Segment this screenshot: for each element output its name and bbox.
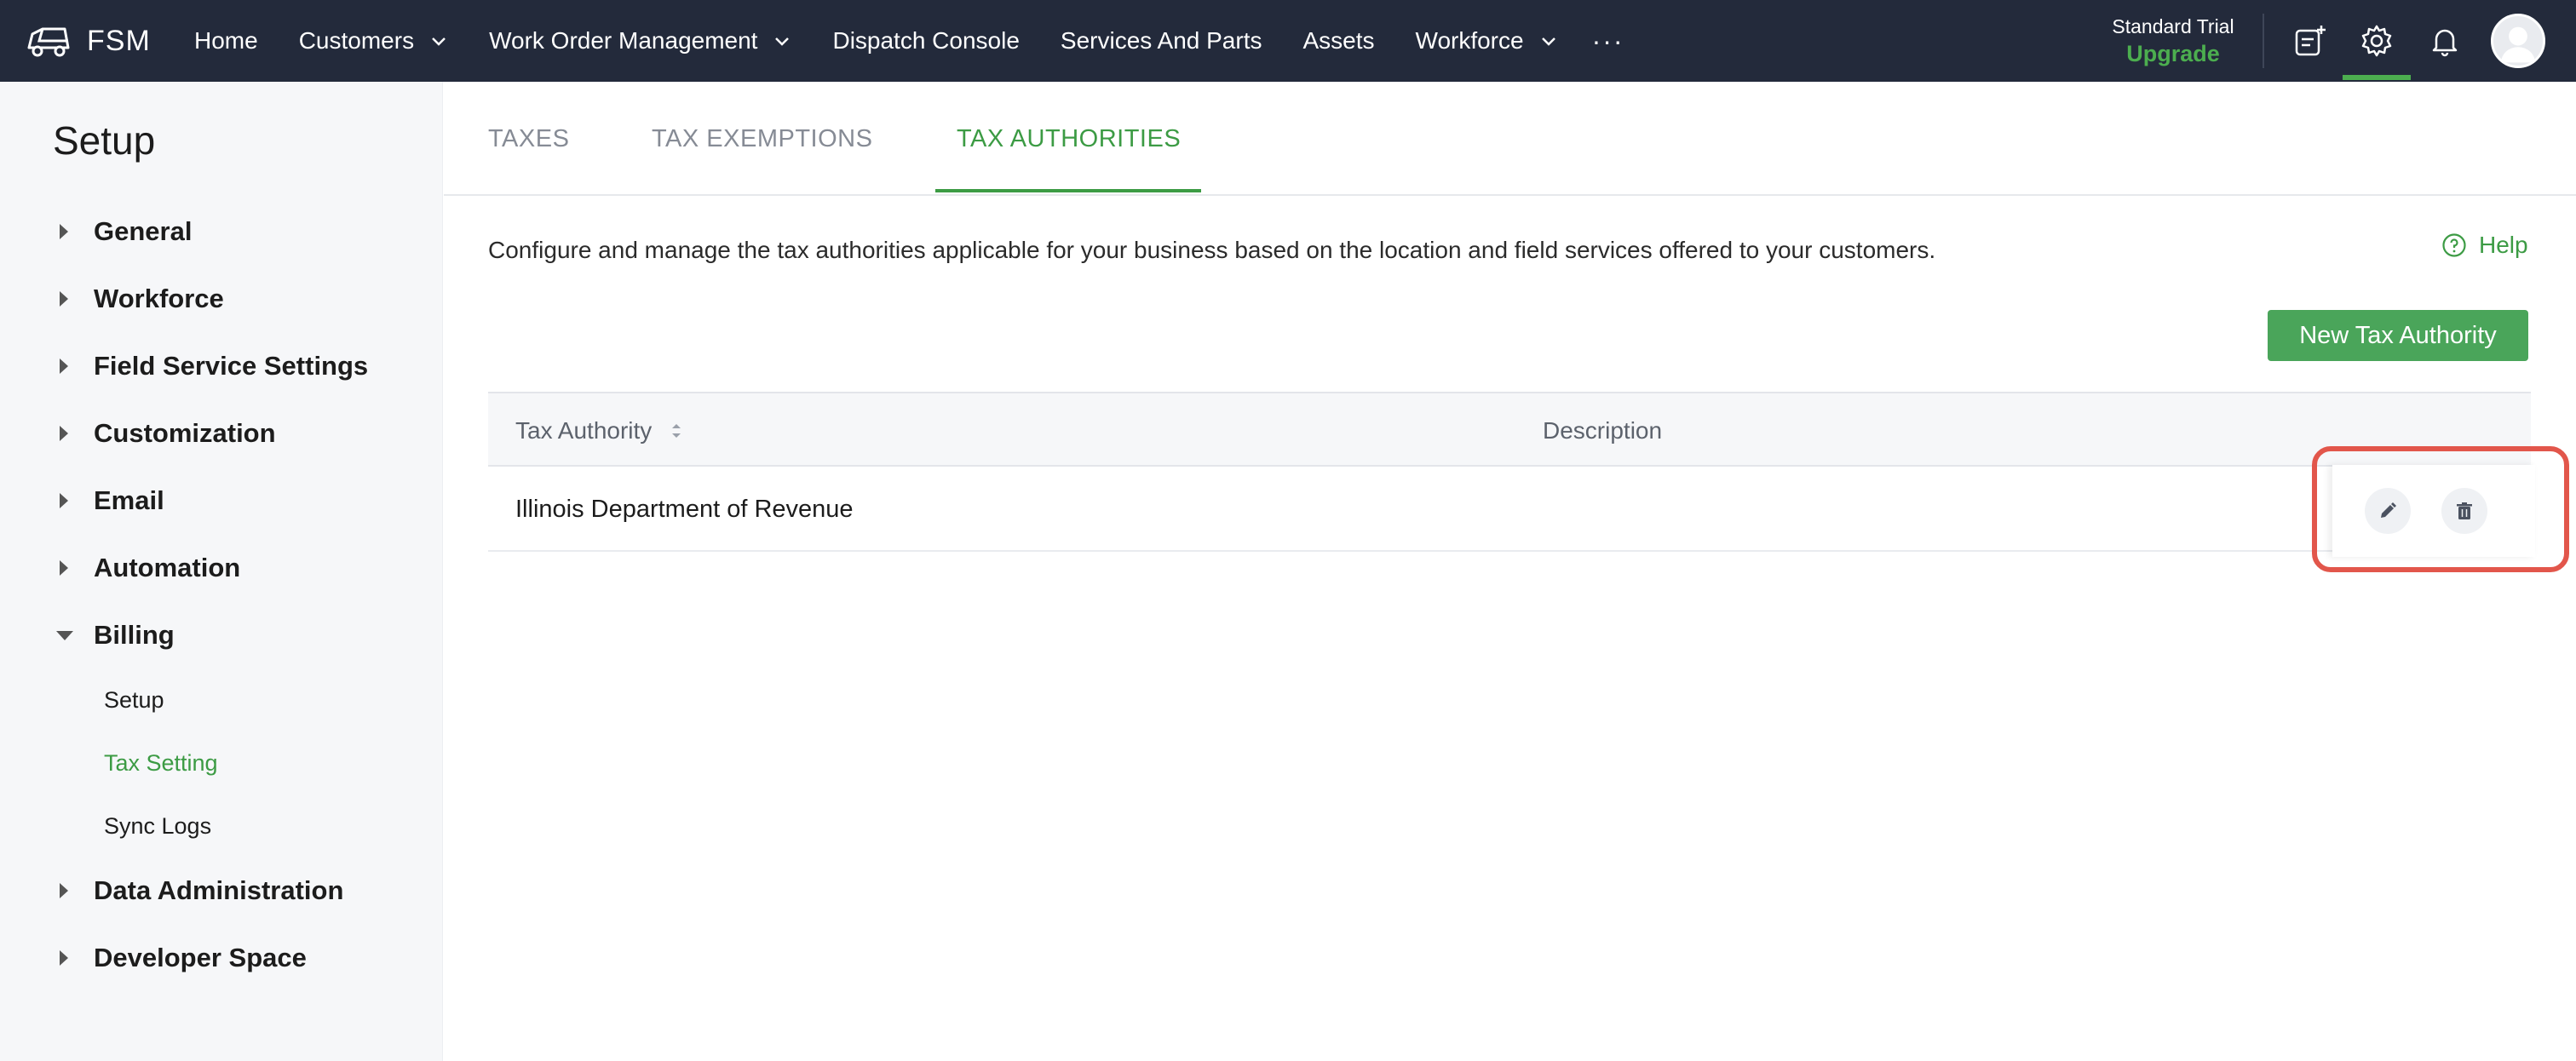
user-avatar-icon bbox=[2501, 26, 2535, 63]
sidebar-title: Setup bbox=[53, 118, 156, 163]
sidebar-item-automation[interactable]: Automation bbox=[60, 548, 240, 588]
caret-right-icon bbox=[60, 950, 68, 966]
sidebar-item-billing[interactable]: Billing bbox=[56, 615, 175, 656]
nav-workforce-label: Workforce bbox=[1415, 27, 1524, 54]
sidebar-item-email[interactable]: Email bbox=[60, 480, 164, 521]
nav-assets-label: Assets bbox=[1302, 27, 1375, 54]
more-menu-icon[interactable]: ··· bbox=[1592, 0, 1624, 82]
quick-create-icon[interactable] bbox=[2286, 17, 2334, 65]
edit-button[interactable] bbox=[2365, 488, 2411, 534]
brand-logo[interactable]: FSM bbox=[26, 19, 151, 63]
sidebar-item-data-administration[interactable]: Data Administration bbox=[60, 870, 343, 911]
caret-right-icon bbox=[60, 493, 68, 508]
plan-info: Standard Trial Upgrade bbox=[2109, 14, 2237, 68]
sidebar-item-customization[interactable]: Customization bbox=[60, 413, 276, 454]
nav-dispatch-label: Dispatch Console bbox=[832, 27, 1020, 54]
nav-services-and-parts[interactable]: Services And Parts bbox=[1061, 0, 1262, 82]
caret-right-icon bbox=[60, 426, 68, 441]
tax-tabs: TAXES TAX EXEMPTIONS TAX AUTHORITIES bbox=[444, 82, 2576, 196]
gear-icon[interactable] bbox=[2353, 17, 2401, 65]
sidebar-item-developer-space[interactable]: Developer Space bbox=[60, 938, 307, 978]
sidebar-item-label: Developer Space bbox=[94, 943, 307, 972]
sidebar-subitem-sync-logs[interactable]: Sync Logs bbox=[104, 807, 211, 845]
help-icon bbox=[2442, 233, 2466, 257]
avatar[interactable] bbox=[2491, 14, 2545, 68]
truck-logo-icon bbox=[27, 27, 70, 57]
column-header-label: Tax Authority bbox=[515, 417, 653, 444]
nav-dispatch-console[interactable]: Dispatch Console bbox=[832, 0, 1019, 82]
caret-down-icon bbox=[56, 630, 73, 640]
sidebar-item-label: Billing bbox=[94, 620, 175, 650]
tab-tax-exemptions[interactable]: TAX EXEMPTIONS bbox=[652, 82, 872, 196]
caret-right-icon bbox=[60, 291, 68, 307]
table-row[interactable]: Illinois Department of Revenue bbox=[488, 467, 2531, 552]
chevron-down-icon bbox=[432, 37, 446, 46]
sidebar-item-label: Automation bbox=[94, 553, 241, 582]
table-header: Tax Authority Description bbox=[488, 392, 2531, 467]
caret-right-icon bbox=[60, 560, 68, 576]
brand-name: FSM bbox=[87, 24, 151, 57]
trash-icon bbox=[2457, 502, 2472, 519]
delete-button[interactable] bbox=[2441, 488, 2487, 534]
cell-tax-authority: Illinois Department of Revenue bbox=[515, 495, 854, 523]
divider bbox=[2263, 14, 2264, 68]
sidebar-item-label: Workforce bbox=[94, 284, 224, 313]
nav-home-label: Home bbox=[194, 27, 258, 54]
nav-services-label: Services And Parts bbox=[1060, 27, 1262, 54]
sidebar-subitem-tax-setting[interactable]: Tax Setting bbox=[104, 744, 218, 782]
help-label: Help bbox=[2479, 232, 2528, 258]
nav-work-order-label: Work Order Management bbox=[489, 27, 758, 54]
sidebar-item-field-service-settings[interactable]: Field Service Settings bbox=[60, 346, 368, 387]
nav-workforce[interactable]: Workforce bbox=[1416, 0, 1558, 82]
column-header-label: Description bbox=[1543, 417, 1663, 444]
bell-icon[interactable] bbox=[2421, 17, 2469, 65]
setup-sidebar: Setup General Workforce Field Service Se… bbox=[0, 82, 443, 1061]
sidebar-item-label: General bbox=[94, 216, 193, 246]
sidebar-item-general[interactable]: General bbox=[60, 211, 192, 252]
chevron-down-icon bbox=[1541, 37, 1555, 46]
nav-work-order-management[interactable]: Work Order Management bbox=[489, 0, 791, 82]
sidebar-subitem-setup[interactable]: Setup bbox=[104, 681, 164, 719]
plan-name: Standard Trial bbox=[2112, 15, 2234, 37]
pencil-icon bbox=[2381, 502, 2396, 518]
upgrade-link[interactable]: Upgrade bbox=[2109, 39, 2237, 68]
sidebar-item-label: Field Service Settings bbox=[94, 351, 369, 381]
sidebar-item-label: Data Administration bbox=[94, 875, 344, 905]
top-nav-bar: FSM Home Customers Work Order Management… bbox=[0, 0, 2576, 82]
help-link[interactable]: Help bbox=[2441, 232, 2528, 259]
column-header-description: Description bbox=[1543, 393, 1662, 468]
caret-right-icon bbox=[60, 883, 68, 898]
tab-tax-authorities[interactable]: TAX AUTHORITIES bbox=[957, 82, 1181, 196]
row-actions bbox=[2332, 465, 2535, 557]
sort-icon[interactable] bbox=[669, 420, 684, 442]
page-description: Configure and manage the tax authorities… bbox=[488, 237, 1936, 263]
sidebar-item-workforce[interactable]: Workforce bbox=[60, 278, 224, 319]
active-tab-indicator bbox=[935, 189, 1201, 192]
column-header-tax-authority[interactable]: Tax Authority bbox=[515, 393, 684, 468]
nav-customers-label: Customers bbox=[298, 27, 415, 54]
nav-assets[interactable]: Assets bbox=[1302, 0, 1374, 82]
main-nav: Home Customers Work Order Management Dis… bbox=[194, 0, 1624, 82]
chevron-down-icon bbox=[775, 37, 790, 46]
new-tax-authority-button[interactable]: New Tax Authority bbox=[2268, 310, 2528, 361]
tab-taxes[interactable]: TAXES bbox=[488, 82, 569, 196]
active-indicator bbox=[2343, 75, 2411, 80]
nav-customers[interactable]: Customers bbox=[299, 0, 448, 82]
nav-home[interactable]: Home bbox=[194, 0, 258, 82]
caret-right-icon bbox=[60, 358, 68, 374]
sidebar-item-label: Customization bbox=[94, 418, 276, 448]
tax-authority-table: Tax Authority Description Illinois Depar… bbox=[488, 392, 2531, 552]
sidebar-item-label: Email bbox=[94, 485, 164, 515]
caret-right-icon bbox=[60, 224, 68, 239]
